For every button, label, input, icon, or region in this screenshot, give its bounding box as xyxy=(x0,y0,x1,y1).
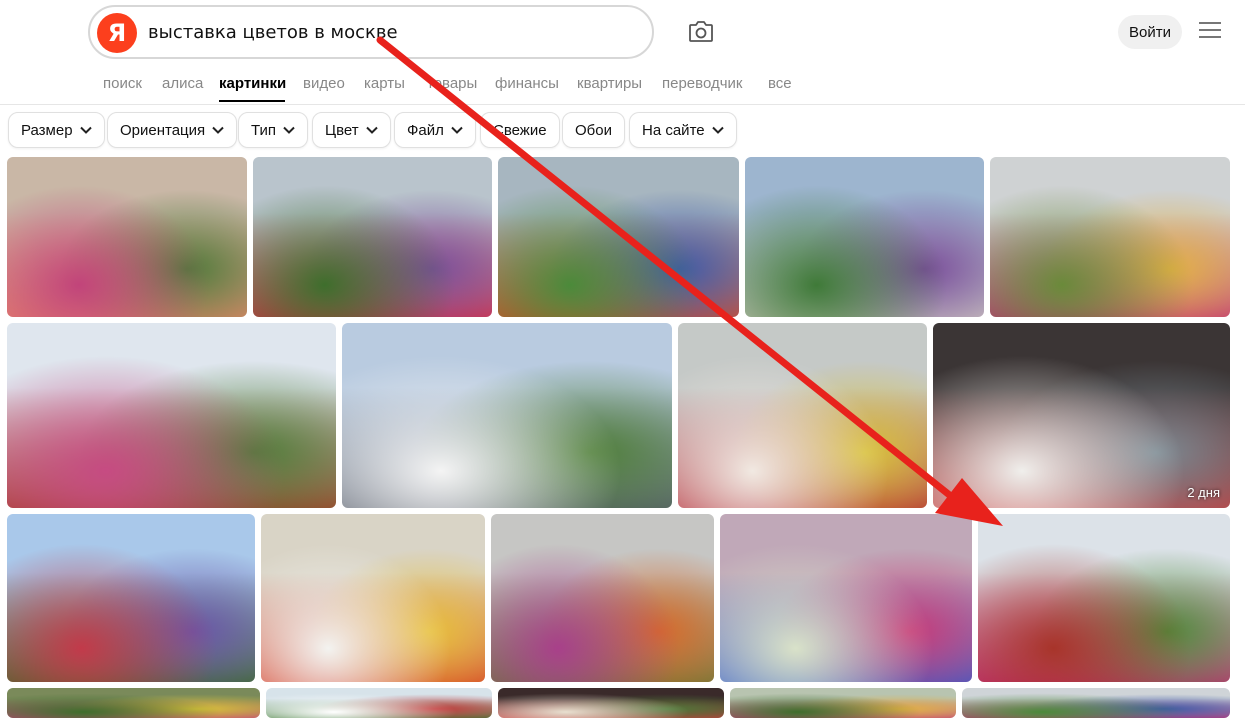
filter-color[interactable]: Цвет xyxy=(312,112,391,148)
tab-alisa[interactable]: алиса xyxy=(162,75,203,92)
chevron-down-icon xyxy=(79,126,92,134)
image-result[interactable] xyxy=(678,323,927,508)
yandex-logo[interactable]: Я xyxy=(97,13,137,53)
tab-video[interactable]: видео xyxy=(303,75,345,92)
chevron-down-icon xyxy=(451,126,463,134)
image-result[interactable] xyxy=(342,323,672,508)
tab-kvartiry[interactable]: квартиры xyxy=(577,75,642,92)
filter-label: Файл xyxy=(407,121,444,139)
image-result[interactable] xyxy=(990,157,1230,317)
image-result[interactable] xyxy=(978,514,1230,682)
filter-label: Цвет xyxy=(325,121,359,139)
tab-karty[interactable]: карты xyxy=(364,75,405,92)
tab-perevodchik[interactable]: переводчик xyxy=(662,75,742,92)
tab-kartinki[interactable]: картинки xyxy=(219,75,286,92)
image-result[interactable] xyxy=(7,323,336,508)
login-button[interactable]: Войти xyxy=(1118,15,1182,49)
image-result[interactable] xyxy=(962,688,1230,718)
hamburger-menu-icon[interactable] xyxy=(1199,22,1221,42)
header-divider xyxy=(0,104,1245,105)
active-tab-underline xyxy=(219,100,285,102)
filter-label: Тип xyxy=(251,121,277,139)
filter-label: Обои xyxy=(575,121,612,139)
image-result[interactable] xyxy=(7,157,247,317)
tab-tovary[interactable]: товары xyxy=(427,75,477,92)
filter-on-site[interactable]: На сайте xyxy=(629,112,737,148)
service-tabs: поиск алиса картинки видео карты товары … xyxy=(0,70,1245,104)
filter-label: Свежие xyxy=(493,121,547,139)
tab-finansy[interactable]: финансы xyxy=(495,75,559,92)
image-result[interactable] xyxy=(498,688,724,718)
image-result[interactable] xyxy=(498,157,739,317)
chevron-down-icon xyxy=(365,126,378,134)
search-box[interactable]: Я выставка цветов в москве xyxy=(88,5,654,59)
camera-search-icon[interactable] xyxy=(686,18,716,46)
chevron-down-icon xyxy=(711,126,724,134)
tab-poisk[interactable]: поиск xyxy=(103,75,142,92)
filter-label: Размер xyxy=(21,121,73,139)
filter-orientation[interactable]: Ориентация xyxy=(107,112,238,148)
filter-file[interactable]: Файл xyxy=(394,112,476,148)
tab-vse[interactable]: все xyxy=(768,75,792,92)
image-result[interactable] xyxy=(253,157,492,317)
image-result[interactable] xyxy=(745,157,984,317)
filter-label: На сайте xyxy=(642,121,705,139)
image-result[interactable]: 2 дня xyxy=(933,323,1230,508)
image-result[interactable] xyxy=(266,688,492,718)
image-result[interactable] xyxy=(261,514,485,682)
chevron-down-icon xyxy=(212,126,224,134)
filter-fresh[interactable]: Свежие xyxy=(480,112,560,148)
image-result[interactable] xyxy=(491,514,714,682)
filter-type[interactable]: Тип xyxy=(238,112,309,148)
image-result[interactable] xyxy=(7,688,260,718)
search-query[interactable]: выставка цветов в москве xyxy=(148,22,398,43)
image-result[interactable] xyxy=(730,688,956,718)
image-result[interactable] xyxy=(720,514,972,682)
filter-wallpapers[interactable]: Обои xyxy=(562,112,625,148)
filter-label: Ориентация xyxy=(120,121,206,139)
age-badge: 2 дня xyxy=(1187,485,1220,500)
filter-size[interactable]: Размер xyxy=(8,112,105,148)
image-result[interactable] xyxy=(7,514,255,682)
chevron-down-icon xyxy=(283,126,295,134)
